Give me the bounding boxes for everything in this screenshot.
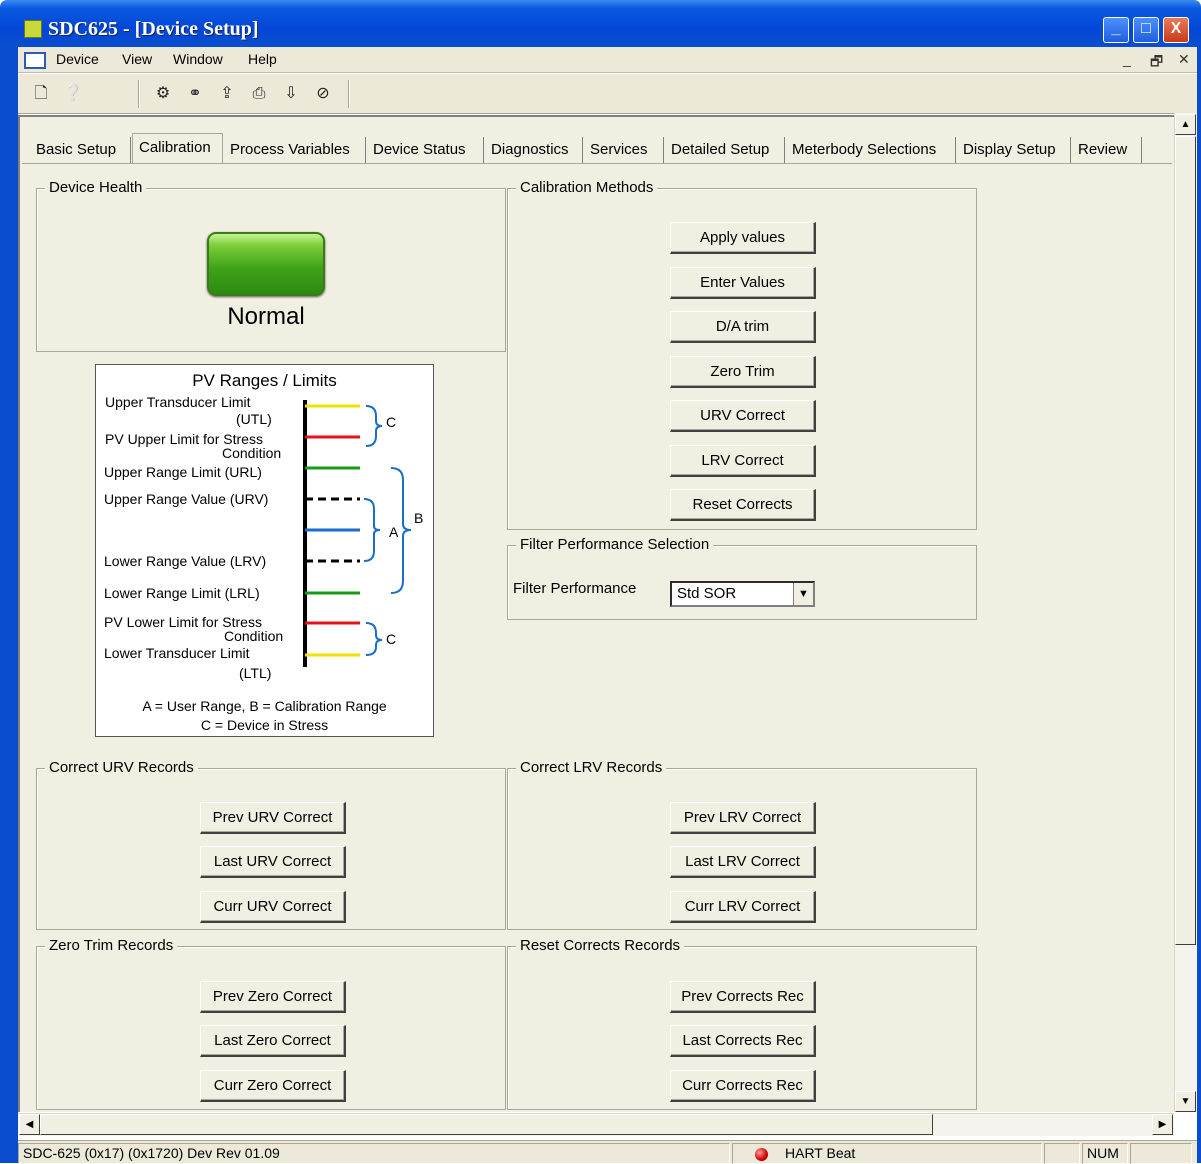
window-frame-left	[0, 47, 18, 1163]
help-icon[interactable]: ❔	[62, 83, 84, 105]
prev-lrv-correct-button[interactable]: Prev LRV Correct	[670, 802, 816, 834]
window-frame-right	[1197, 47, 1201, 1163]
correct-lrv-records-title: Correct LRV Records	[516, 759, 667, 776]
last-zero-correct-button[interactable]: Last Zero Correct	[200, 1025, 346, 1057]
scroll-right-icon[interactable]: ▶	[1152, 1114, 1173, 1135]
menu-device[interactable]: Device	[56, 51, 99, 67]
reset-corrects-records-title: Reset Corrects Records	[516, 937, 685, 954]
device-health-title: Device Health	[45, 179, 147, 196]
prev-urv-correct-button[interactable]: Prev URV Correct	[200, 802, 346, 834]
pv-legend-line-1: A = User Range, B = Calibration Range	[142, 698, 387, 714]
prev-zero-correct-button[interactable]: Prev Zero Correct	[200, 981, 346, 1013]
pv-legend-line-2: C = Device in Stress	[200, 717, 329, 733]
window-title: SDC625 - [Device Setup]	[48, 18, 259, 40]
pv-ranges-diagram: PV Ranges / Limits Upper Transducer Limi…	[95, 364, 434, 737]
last-lrv-correct-button[interactable]: Last LRV Correct	[670, 846, 816, 878]
apply-values-button[interactable]: Apply values	[670, 222, 816, 254]
tab-process-variables[interactable]: Process Variables	[224, 137, 366, 163]
tab-meterbody-selections[interactable]: Meterbody Selections	[786, 137, 956, 163]
mdi-minimize-button[interactable]: _	[1123, 51, 1131, 67]
curr-corrects-rec-button[interactable]: Curr Corrects Rec	[670, 1070, 816, 1102]
curr-lrv-correct-button[interactable]: Curr LRV Correct	[670, 891, 816, 923]
filter-performance-title: Filter Performance Selection	[516, 536, 714, 553]
menu-help[interactable]: Help	[248, 51, 277, 67]
pv-ranges-lines	[303, 400, 412, 667]
new-icon[interactable]: 🗋	[30, 83, 52, 105]
app-icon	[24, 20, 42, 38]
label-a: A	[389, 524, 399, 540]
urv-correct-button[interactable]: URV Correct	[670, 400, 816, 432]
enter-values-button[interactable]: Enter Values	[670, 267, 816, 299]
label-c-top: C	[386, 414, 397, 430]
status-pane-empty	[1044, 1143, 1080, 1164]
zero-trim-button[interactable]: Zero Trim	[670, 356, 816, 388]
status-bar: SDC-625 (0x17) (0x1720) Dev Rev 01.09 HA…	[18, 1140, 1197, 1164]
tab-display-setup[interactable]: Display Setup	[957, 137, 1071, 163]
correct-urv-records-title: Correct URV Records	[45, 759, 198, 776]
download-icon[interactable]: ⇩	[280, 83, 302, 105]
filter-performance-select[interactable]: Std SOR ▼	[670, 581, 815, 607]
document-icon[interactable]	[24, 52, 46, 69]
scroll-down-icon[interactable]: ▼	[1175, 1091, 1196, 1112]
menu-window[interactable]: Window	[173, 51, 223, 67]
health-status-lamp	[207, 232, 325, 296]
status-pane-empty	[1130, 1143, 1192, 1164]
hart-beat-status: HART Beat	[732, 1143, 1042, 1164]
toolbar-separator	[348, 80, 350, 108]
label-c-bottom: C	[386, 631, 397, 647]
tab-review[interactable]: Review	[1072, 137, 1142, 163]
tab-detailed-setup[interactable]: Detailed Setup	[665, 137, 785, 163]
upload-icon[interactable]: ⇪	[216, 83, 238, 105]
scroll-left-icon[interactable]: ◀	[19, 1114, 40, 1135]
toolbar-separator	[138, 80, 140, 108]
bracket-c-bottom	[365, 622, 383, 656]
mdi-restore-button[interactable]: 🗗	[1150, 51, 1163, 75]
filter-performance-value: Std SOR	[677, 585, 737, 602]
minimize-button[interactable]: _	[1103, 17, 1129, 43]
bracket-c-top	[365, 405, 383, 447]
stop-icon[interactable]: ⊘	[312, 83, 334, 105]
mdi-close-button[interactable]: ✕	[1178, 51, 1190, 68]
zero-trim-records-title: Zero Trim Records	[45, 937, 178, 954]
bracket-a	[363, 498, 381, 562]
tab-calibration[interactable]: Calibration	[132, 133, 223, 164]
tab-basic-setup[interactable]: Basic Setup	[30, 137, 131, 163]
title-bar[interactable]: SDC625 - [Device Setup] _ □ X	[0, 0, 1201, 47]
device-info-status: SDC-625 (0x17) (0x1720) Dev Rev 01.09	[18, 1143, 730, 1164]
curr-urv-correct-button[interactable]: Curr URV Correct	[200, 891, 346, 923]
tab-services[interactable]: Services	[584, 137, 664, 163]
close-button[interactable]: X	[1163, 17, 1189, 43]
lrv-correct-button[interactable]: LRV Correct	[670, 445, 816, 477]
tab-divider	[22, 163, 1172, 164]
health-status-label: Normal	[227, 303, 305, 330]
filter-performance-label: Filter Performance	[513, 580, 637, 597]
calibration-methods-title: Calibration Methods	[516, 179, 658, 196]
print-icon[interactable]: ⎙	[248, 83, 270, 105]
menu-bar: Device View Window Help _ 🗗 ✕	[18, 47, 1197, 73]
da-trim-button[interactable]: D/A trim	[670, 311, 816, 343]
horizontal-scroll-thumb[interactable]	[40, 1114, 933, 1135]
tab-diagnostics[interactable]: Diagnostics	[485, 137, 583, 163]
vertical-scroll-thumb[interactable]	[1175, 136, 1196, 945]
last-corrects-rec-button[interactable]: Last Corrects Rec	[670, 1025, 816, 1057]
reset-corrects-button[interactable]: Reset Corrects	[670, 489, 816, 521]
hart-beat-led-icon	[755, 1148, 768, 1161]
curr-zero-correct-button[interactable]: Curr Zero Correct	[200, 1070, 346, 1102]
label-b: B	[414, 510, 424, 526]
device-icon[interactable]: ⚙	[152, 83, 174, 105]
tab-device-status[interactable]: Device Status	[367, 137, 484, 163]
num-lock-indicator: NUM	[1082, 1143, 1128, 1164]
dropdown-arrow-icon[interactable]: ▼	[793, 583, 813, 605]
scroll-up-icon[interactable]: ▲	[1175, 114, 1196, 135]
last-urv-correct-button[interactable]: Last URV Correct	[200, 846, 346, 878]
hart-beat-label: HART Beat	[785, 1145, 856, 1161]
menu-view[interactable]: View	[122, 51, 152, 67]
prev-corrects-rec-button[interactable]: Prev Corrects Rec	[670, 981, 816, 1013]
network-icon[interactable]: ⚭	[184, 83, 206, 105]
toolbar: 🗋 ❔ ⚙ ⚭ ⇪ ⎙ ⇩ ⊘	[18, 74, 1197, 114]
maximize-button[interactable]: □	[1133, 17, 1159, 43]
